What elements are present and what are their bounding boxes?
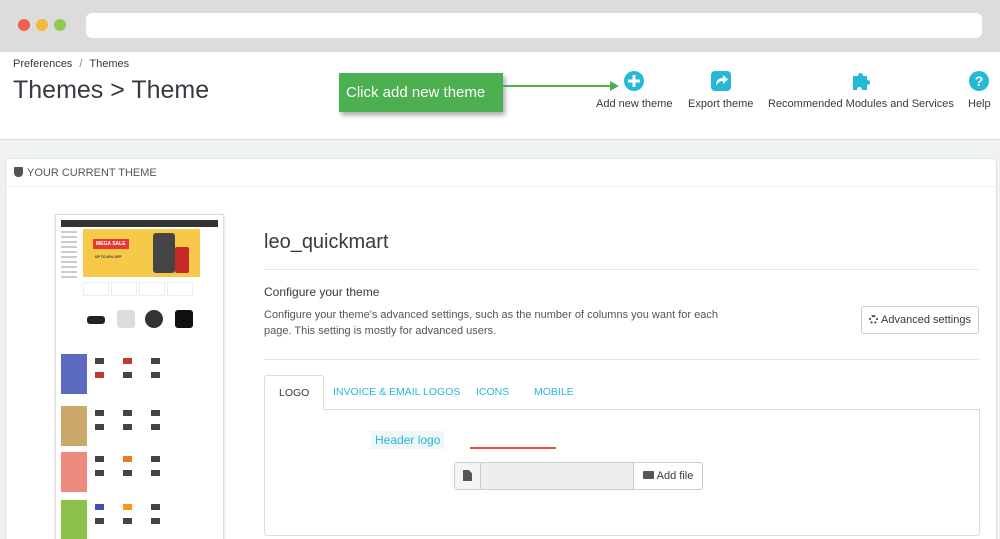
- html5-icon: [14, 167, 23, 177]
- configure-theme-title: Configure your theme: [264, 285, 380, 299]
- divider: [264, 269, 979, 270]
- tab-invoice-email-logos[interactable]: INVOICE & EMAIL LOGOS: [319, 375, 474, 410]
- panel-heading: YOUR CURRENT THEME: [6, 159, 996, 187]
- add-new-theme-label: Add new theme: [596, 98, 673, 110]
- svg-text:?: ?: [975, 73, 984, 89]
- address-bar[interactable]: [86, 13, 982, 38]
- page-title: Themes > Theme: [13, 76, 210, 104]
- tab-logo[interactable]: LOGO: [264, 375, 325, 411]
- help-label: Help: [968, 98, 991, 110]
- page-header: Preferences / Themes Themes > Theme Click …: [0, 52, 1000, 140]
- close-window-icon[interactable]: [18, 19, 30, 31]
- breadcrumb-separator: /: [79, 58, 83, 70]
- tutorial-callout: Click add new theme: [339, 73, 503, 112]
- header-logo-label: Header logo: [371, 431, 445, 449]
- export-theme-button[interactable]: Export theme: [688, 70, 753, 110]
- recommended-modules-button[interactable]: Recommended Modules and Services: [768, 70, 954, 110]
- puzzle-icon: [852, 73, 870, 90]
- configure-theme-description: Configure your theme's advanced settings…: [264, 309, 718, 337]
- divider: [264, 359, 979, 360]
- theme-name: leo_quickmart: [264, 231, 389, 253]
- panel-heading-text: YOUR CURRENT THEME: [27, 167, 157, 179]
- add-file-label: Add file: [656, 470, 694, 482]
- question-icon: ?: [969, 71, 990, 91]
- export-theme-label: Export theme: [688, 98, 754, 110]
- gear-icon: [869, 315, 879, 324]
- recommended-modules-label: Recommended Modules and Services: [768, 98, 954, 110]
- help-button[interactable]: ? Help: [968, 70, 991, 110]
- maximize-window-icon[interactable]: [54, 19, 66, 31]
- theme-preview-thumbnail[interactable]: MEGA SALE UP TO 40% OFF: [55, 214, 224, 539]
- minimize-window-icon[interactable]: [36, 19, 48, 31]
- mini-storefront: MEGA SALE UP TO 40% OFF: [61, 220, 218, 539]
- plus-circle-icon: [624, 71, 645, 91]
- header-logo-file-input[interactable]: Add file: [454, 462, 703, 490]
- breadcrumb: Preferences / Themes: [13, 58, 129, 70]
- mini-sale-sub: UP TO 40% OFF: [95, 255, 122, 259]
- file-icon: [455, 463, 481, 489]
- logo-tab-content: Header logo Add file: [264, 409, 980, 536]
- breadcrumb-current[interactable]: Themes: [89, 58, 129, 70]
- add-file-button[interactable]: Add file: [633, 462, 703, 490]
- add-new-theme-button[interactable]: Add new theme: [596, 70, 672, 110]
- browser-chrome: [0, 0, 1000, 52]
- tab-mobile[interactable]: MOBILE: [520, 375, 588, 410]
- mini-hero-banner: MEGA SALE UP TO 40% OFF: [83, 229, 200, 277]
- breadcrumb-parent[interactable]: Preferences: [13, 58, 72, 70]
- advanced-settings-label: Advanced settings: [881, 314, 971, 326]
- share-icon: [710, 71, 731, 91]
- folder-open-icon: [642, 471, 654, 479]
- mini-sale-badge: MEGA SALE: [93, 239, 129, 249]
- annotation-underline: [470, 447, 556, 449]
- page: Preferences / Themes Themes > Theme Click …: [0, 52, 1000, 539]
- tab-icons[interactable]: ICONS: [462, 375, 523, 410]
- logo-tabs: LOGO INVOICE & EMAIL LOGOS ICONS MOBILE: [264, 375, 980, 411]
- advanced-settings-button[interactable]: Advanced settings: [861, 306, 979, 334]
- current-theme-panel: YOUR CURRENT THEME MEGA SALE UP TO 40% O…: [5, 158, 997, 539]
